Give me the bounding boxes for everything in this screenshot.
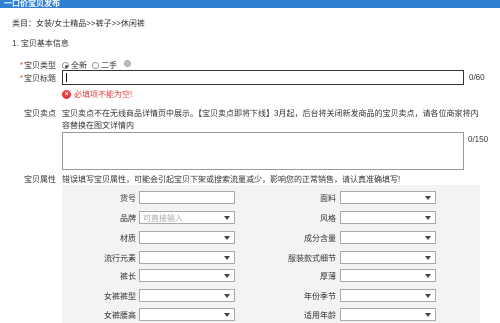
attr-label-brand: 品牌: [120, 214, 136, 223]
text-caret: [66, 73, 67, 82]
section-title: 1. 宝贝基本信息: [12, 39, 69, 48]
attr-label-details: 服装款式细节: [288, 254, 336, 263]
item-title-input[interactable]: [62, 70, 464, 85]
attr-age-select[interactable]: [340, 308, 436, 321]
attr-season-select[interactable]: [340, 289, 436, 302]
attr-label-fit: 女裤裤型: [104, 292, 136, 301]
attr-trend-select[interactable]: [139, 251, 235, 264]
attr-fabric-select[interactable]: [340, 191, 436, 204]
attr-details-select[interactable]: [340, 251, 436, 264]
item-type-label: *宝贝类型: [19, 61, 56, 70]
attr-label-thickness: 厚薄: [320, 272, 336, 281]
attr-label-season: 年份季节: [304, 292, 336, 301]
attr-material-select[interactable]: [139, 231, 235, 244]
error-icon: ×: [62, 90, 71, 99]
attr-composition-select[interactable]: [340, 231, 436, 244]
attr-length-select[interactable]: [139, 269, 235, 282]
attr-label-waist: 女裤腰高: [104, 311, 136, 320]
selling-point-textarea[interactable]: [62, 132, 464, 170]
attr-label-length: 裤长: [120, 272, 136, 281]
help-icon[interactable]: [124, 60, 131, 67]
attr-waist-select[interactable]: [139, 308, 235, 321]
required-mark: *: [19, 61, 23, 70]
brand-placeholder: 可直接输入: [143, 214, 183, 223]
attributes-hint: 错误填写宝贝属性，可能会引起宝贝下架或搜索流量减少，影响您的正常销售，请认真准确…: [62, 175, 401, 184]
selling-point-description: 宝贝卖点不在无线商品详情页中展示。【宝贝卖点即将下线】3月起，后台将关闭新发商品…: [62, 109, 479, 130]
attr-label-fabric: 面料: [320, 194, 336, 203]
title-error-message: × 必填项不能为空!: [62, 89, 132, 100]
attr-label-age: 适用年龄: [304, 311, 336, 320]
header-bar: 一口价宝贝发布: [0, 0, 500, 8]
attr-thickness-select[interactable]: [340, 269, 436, 282]
attr-label-sku: 货号: [120, 194, 136, 203]
attr-label-composition: 成分含量: [304, 234, 336, 243]
attr-label-trend: 流行元素: [104, 254, 136, 263]
item-title-label: *宝贝标题: [19, 74, 56, 83]
attr-label-material: 材质: [120, 234, 136, 243]
help-circle-icon[interactable]: [124, 60, 131, 67]
attr-brand-select[interactable]: 可直接输入: [139, 211, 235, 224]
attr-fit-select[interactable]: [139, 289, 235, 302]
attributes-label: 宝贝属性: [24, 175, 56, 184]
radio-dot-checked[interactable]: [62, 62, 69, 69]
radio-dot[interactable]: [92, 62, 99, 69]
required-mark: *: [19, 74, 23, 83]
breadcrumb: 类目：女装/女士精品>>裤子>>休闲裤: [12, 19, 145, 28]
page-title: 一口价宝贝发布: [4, 0, 60, 8]
attr-label-style: 风格: [320, 214, 336, 223]
attr-sku-input[interactable]: [139, 191, 235, 204]
selling-point-label: 宝贝卖点: [24, 109, 56, 118]
error-text: 必填项不能为空!: [74, 90, 133, 99]
selling-point-counter: 0/150: [468, 135, 489, 144]
title-char-counter: 0/60: [469, 73, 485, 82]
attr-style-select[interactable]: [340, 211, 436, 224]
